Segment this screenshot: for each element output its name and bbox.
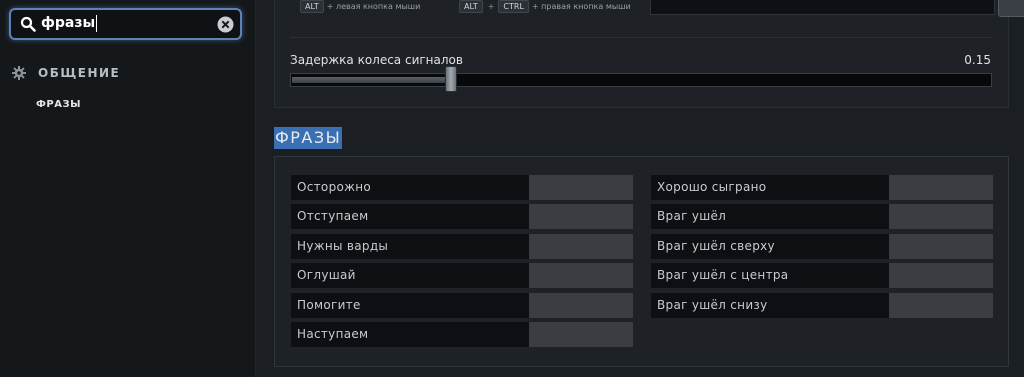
phrase-label: Нужны варды	[291, 234, 529, 259]
text-field[interactable]	[650, 0, 995, 15]
phrase-row: Оглушай	[291, 263, 633, 288]
search-icon	[20, 16, 36, 32]
close-button[interactable]	[998, 0, 1024, 17]
phrase-row: Враг ушёл	[651, 204, 993, 229]
phrase-label: Враг ушёл снизу	[651, 293, 889, 318]
search-input[interactable]: фразы	[9, 8, 242, 40]
phrase-label: Враг ушёл	[651, 204, 889, 229]
sidebar-item-phrases[interactable]: ФРАЗЫ	[36, 99, 81, 110]
phrase-key-binding[interactable]	[529, 175, 633, 200]
phrase-label: Враг ушёл сверху	[651, 234, 889, 259]
phrase-label: Враг ушёл с центра	[651, 263, 889, 288]
sidebar-category-label: ОБЩЕНИЕ	[38, 66, 121, 80]
clear-search-icon[interactable]	[217, 16, 234, 33]
alt-key: ALT	[300, 0, 324, 13]
search-query[interactable]: фразы	[41, 15, 98, 32]
phrase-key-binding[interactable]	[529, 234, 633, 259]
alt-key: ALT	[459, 0, 483, 13]
phrase-key-binding[interactable]	[889, 175, 993, 200]
phrase-row: Враг ушёл сверху	[651, 234, 993, 259]
slider-handle[interactable]	[445, 66, 457, 92]
hotkey-hint-right-text: + правая кнопка мыши	[531, 2, 631, 11]
phrase-key-binding[interactable]	[889, 204, 993, 229]
slider-label: Задержка колеса сигналов	[290, 53, 463, 67]
phrase-row: Помогите	[291, 293, 633, 318]
phrase-row: Враг ушёл с центра	[651, 263, 993, 288]
phrase-key-binding[interactable]	[529, 322, 633, 347]
gear-icon	[12, 66, 26, 80]
ctrl-key: CTRL	[498, 0, 529, 13]
phrase-label: Наступаем	[291, 322, 529, 347]
phrase-key-binding[interactable]	[889, 263, 993, 288]
hotkey-hint-left-text: + левая кнопка мыши	[326, 2, 421, 11]
slider-track[interactable]	[290, 73, 992, 87]
phrase-label: Отступаем	[291, 204, 529, 229]
plus-sign: +	[487, 2, 495, 11]
phrase-row: Враг ушёл снизу	[651, 293, 993, 318]
phrase-key-binding[interactable]	[529, 293, 633, 318]
phrase-label: Хорошо сыграно	[651, 175, 889, 200]
phrase-row: Осторожно	[291, 175, 633, 200]
hotkey-hint-right: ALT + CTRL + правая кнопка мыши	[459, 0, 631, 13]
sidebar: фразы ОБЩЕНИЕ ФРАЗЫ	[0, 0, 256, 377]
section-title: ФРАЗЫ	[274, 127, 343, 149]
phrase-key-binding[interactable]	[529, 204, 633, 229]
phrase-key-binding[interactable]	[529, 263, 633, 288]
phrase-label: Оглушай	[291, 263, 529, 288]
phrase-row: Отступаем	[291, 204, 633, 229]
phrase-key-binding[interactable]	[889, 234, 993, 259]
phrase-row: Нужны варды	[291, 234, 633, 259]
divider	[290, 37, 993, 38]
phrase-label: Помогите	[291, 293, 529, 318]
phrase-row: Наступаем	[291, 322, 633, 347]
slider-value: 0.15	[964, 53, 991, 67]
sidebar-category-communication[interactable]: ОБЩЕНИЕ	[12, 64, 120, 82]
phrase-row: Хорошо сыграно	[651, 175, 993, 200]
slider-fill	[292, 77, 447, 83]
phrase-label: Осторожно	[291, 175, 529, 200]
phrase-key-binding[interactable]	[889, 293, 993, 318]
hotkey-hint-left: ALT + левая кнопка мыши	[300, 0, 420, 13]
